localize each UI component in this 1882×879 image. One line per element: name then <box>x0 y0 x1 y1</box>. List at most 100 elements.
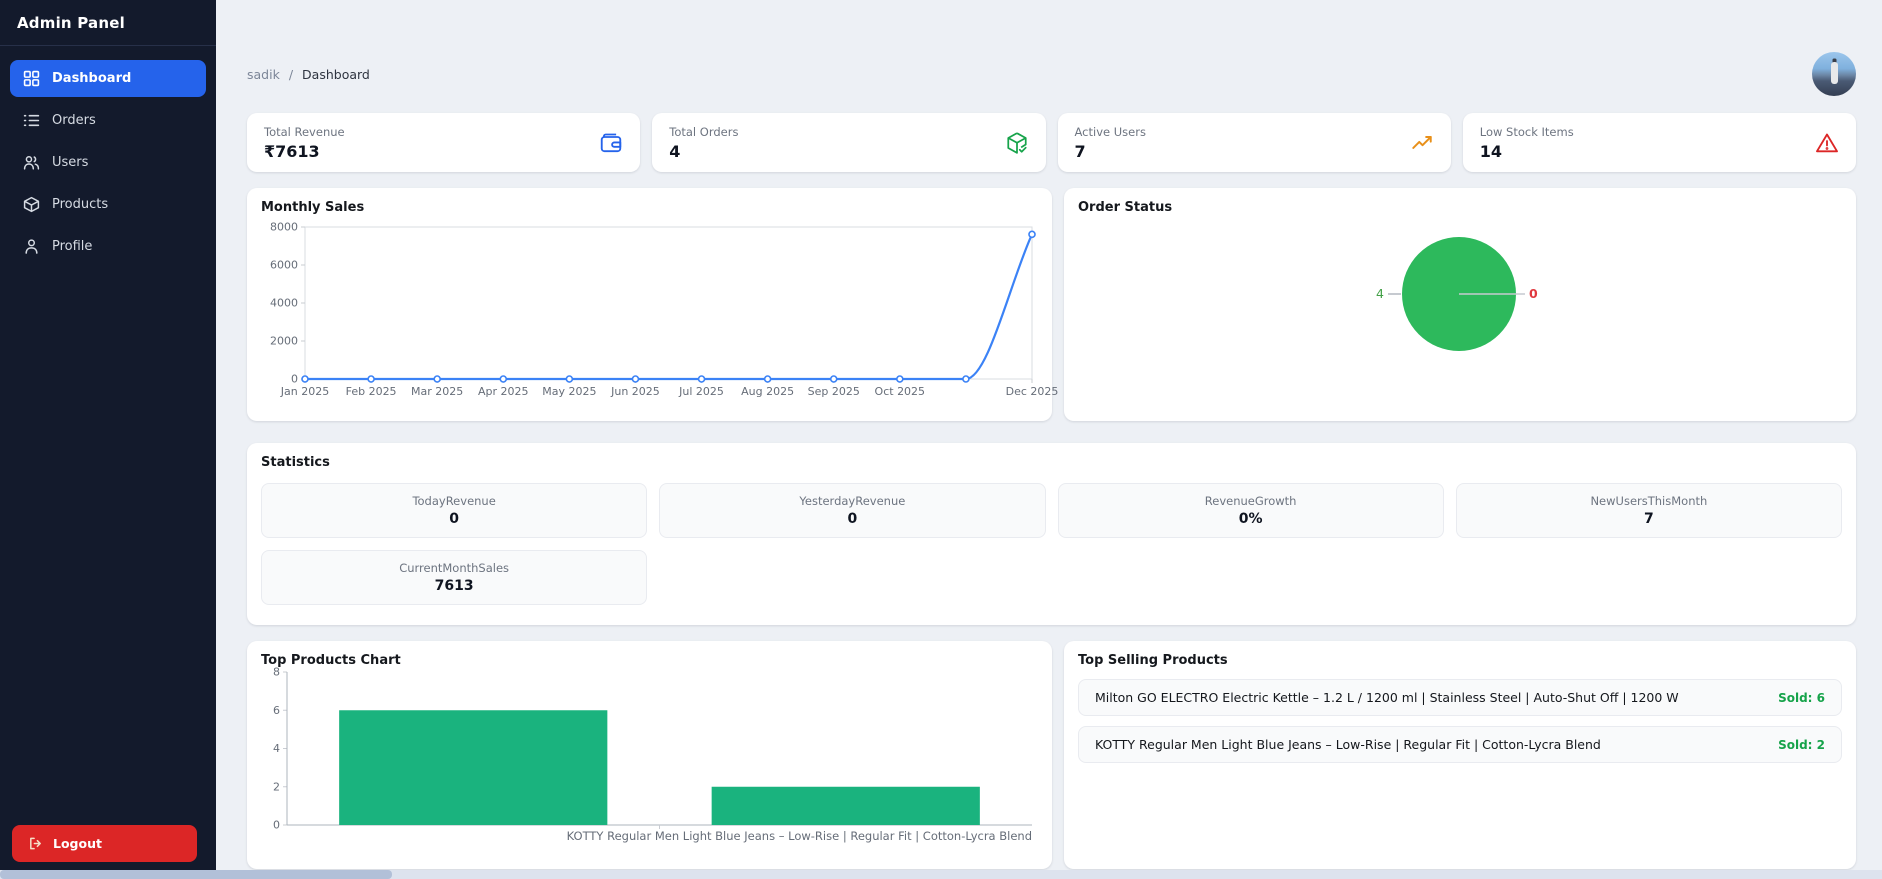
monthly-sales-line-chart: 0 2000 4000 6000 8000 Jan 2025 Feb 2025 Mar 202… <box>270 221 1058 399</box>
top-products-chart-title: Top Products Chart <box>261 653 401 668</box>
trending-up-icon <box>1410 131 1434 155</box>
monthly-sales-title: Monthly Sales <box>261 200 365 215</box>
stat-card-low-stock: Low Stock Items 14 <box>1462 113 1856 172</box>
top-selling-row: Milton GO ELECTRO Electric Kettle – 1.2 … <box>1078 679 1842 716</box>
svg-text:Feb 2025: Feb 2025 <box>346 385 397 398</box>
product-sold-badge: Sold: 2 <box>1778 737 1825 752</box>
statistics-grid: TodayRevenue 0 YesterdayRevenue 0 Revenu… <box>261 483 1842 605</box>
breadcrumb-current: Dashboard <box>302 66 370 82</box>
stat-card-active-users: Active Users 7 <box>1057 113 1451 172</box>
sidebar: Admin Panel Dashboard Orders Users Produ… <box>0 0 216 879</box>
svg-text:4: 4 <box>1376 286 1384 301</box>
stat-box-label: YesterdayRevenue <box>799 494 906 508</box>
product-name: KOTTY Regular Men Light Blue Jeans – Low… <box>1095 737 1601 752</box>
sidebar-item-dashboard[interactable]: Dashboard <box>10 60 206 97</box>
stat-box-label: NewUsersThisMonth <box>1590 494 1708 508</box>
horizontal-scrollbar[interactable] <box>0 870 1882 879</box>
horizontal-scrollbar-thumb[interactable] <box>0 870 392 879</box>
avatar[interactable] <box>1812 52 1856 96</box>
stat-label: Total Orders <box>669 124 739 139</box>
svg-text:4: 4 <box>273 742 280 755</box>
svg-text:Apr 2025: Apr 2025 <box>478 385 529 398</box>
stat-box-revenue-growth: RevenueGrowth 0% <box>1057 483 1444 538</box>
top-selling-row: KOTTY Regular Men Light Blue Jeans – Low… <box>1078 726 1842 763</box>
top-products-bar-chart: 0 2 4 6 8 KOTTY Regular Men Light Blue Jeans … <box>273 666 1032 843</box>
products-box-icon <box>23 196 40 213</box>
top-products-chart-card: Top Products Chart 0 2 4 6 8 KOTTY Regular Me… <box>247 641 1052 869</box>
sidebar-item-profile[interactable]: Profile <box>10 228 206 265</box>
svg-text:Sep 2025: Sep 2025 <box>808 385 860 398</box>
product-sold-badge: Sold: 6 <box>1778 690 1825 705</box>
svg-text:4000: 4000 <box>270 297 298 310</box>
svg-text:8000: 8000 <box>270 221 298 234</box>
top-selling-list: Milton GO ELECTRO Electric Kettle – 1.2 … <box>1078 679 1842 763</box>
svg-text:Jun 2025: Jun 2025 <box>610 385 660 398</box>
svg-text:6: 6 <box>273 704 280 717</box>
app-title: Admin Panel <box>17 14 125 32</box>
stat-box-today-revenue: TodayRevenue 0 <box>261 483 648 538</box>
sidebar-item-label: Users <box>52 155 89 170</box>
svg-text:Oct 2025: Oct 2025 <box>875 385 926 398</box>
svg-text:2000: 2000 <box>270 335 298 348</box>
svg-text:2: 2 <box>273 780 280 793</box>
stat-box-label: RevenueGrowth <box>1204 494 1297 508</box>
order-status-card: Order Status 40 <box>1064 188 1856 421</box>
breadcrumb-user[interactable]: sadik <box>247 67 280 82</box>
product-name: Milton GO ELECTRO Electric Kettle – 1.2 … <box>1095 690 1679 705</box>
logout-label: Logout <box>53 836 102 851</box>
users-icon <box>23 154 40 171</box>
app-root: Admin Panel Dashboard Orders Users Produ… <box>0 0 1882 879</box>
stat-cards-row: Total Revenue ₹7613 Total Orders 4 Activ… <box>247 113 1856 172</box>
statistics-title: Statistics <box>261 455 330 470</box>
stat-value: 14 <box>1479 141 1503 161</box>
breadcrumb-separator: / <box>288 66 294 82</box>
stat-box-value: 0 <box>449 511 459 527</box>
stat-box-value: 0% <box>1238 511 1263 527</box>
stat-value: ₹7613 <box>264 141 320 161</box>
svg-text:Jul 2025: Jul 2025 <box>678 385 724 398</box>
monthly-sales-card: Monthly Sales 0 2000 4000 6000 8000 Jan 2025 F… <box>247 188 1058 421</box>
top-selling-card: Top Selling Products Milton GO ELECTRO E… <box>1064 641 1856 869</box>
svg-text:8: 8 <box>273 666 280 679</box>
logout-button[interactable]: Logout <box>12 825 197 862</box>
stat-label: Active Users <box>1074 124 1146 139</box>
sidebar-item-orders[interactable]: Orders <box>10 102 206 139</box>
svg-text:Dec 2025: Dec 2025 <box>1006 385 1059 398</box>
statistics-card: Statistics TodayRevenue 0 YesterdayReven… <box>247 443 1856 625</box>
stat-box-label: TodayRevenue <box>412 494 496 508</box>
sidebar-item-label: Dashboard <box>52 71 132 86</box>
svg-text:KOTTY Regular Men Light Blue J: KOTTY Regular Men Light Blue Jeans – Low… <box>567 829 1032 843</box>
svg-text:0: 0 <box>291 373 298 386</box>
stat-box-current-month-sales: CurrentMonthSales 7613 <box>261 550 648 605</box>
sidebar-item-label: Orders <box>52 113 96 128</box>
wallet-icon <box>599 131 623 155</box>
stat-card-total-revenue: Total Revenue ₹7613 <box>247 113 641 172</box>
svg-text:Jan 2025: Jan 2025 <box>280 385 329 398</box>
dashboard-grid-icon <box>23 70 40 87</box>
svg-text:6000: 6000 <box>270 259 298 272</box>
stat-box-new-users: NewUsersThisMonth 7 <box>1455 483 1842 538</box>
charts-row: Monthly Sales 0 2000 4000 6000 8000 Jan 2025 F… <box>247 188 1856 421</box>
stat-box-value: 7 <box>1644 511 1654 527</box>
top-selling-title: Top Selling Products <box>1078 653 1228 668</box>
svg-text:May 2025: May 2025 <box>542 385 596 398</box>
stat-box-value: 0 <box>847 511 858 527</box>
stat-value: 4 <box>669 141 681 161</box>
main-content: sadik / Dashboard Total Revenue ₹7613 To… <box>216 0 1882 879</box>
sidebar-item-products[interactable]: Products <box>10 186 206 223</box>
topbar: sadik / Dashboard <box>247 50 1856 98</box>
svg-text:Mar 2025: Mar 2025 <box>411 385 463 398</box>
order-status-title: Order Status <box>1078 200 1173 215</box>
stat-box-value: 7613 <box>434 578 474 594</box>
sidebar-nav: Dashboard Orders Users Products Profile <box>0 46 216 284</box>
stat-label: Total Revenue <box>264 124 345 139</box>
sidebar-item-label: Products <box>52 197 109 212</box>
logout-icon <box>28 836 43 851</box>
profile-person-icon <box>23 238 40 255</box>
stat-box-yesterday-revenue: YesterdayRevenue 0 <box>659 483 1046 538</box>
bottom-row: Top Products Chart 0 2 4 6 8 KOTTY Regular Me… <box>247 641 1856 869</box>
sidebar-item-users[interactable]: Users <box>10 144 206 181</box>
order-status-pie-chart: 40 <box>1376 237 1538 351</box>
svg-text:0: 0 <box>273 819 280 832</box>
stat-card-total-orders: Total Orders 4 <box>652 113 1046 172</box>
